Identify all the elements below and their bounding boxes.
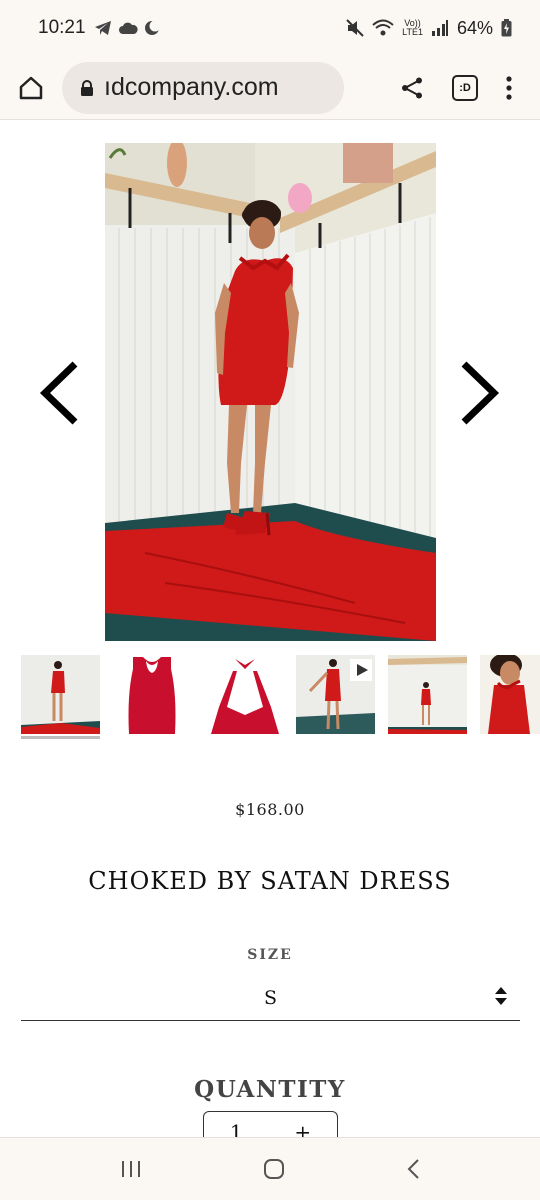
- home-icon: [19, 76, 43, 99]
- back-icon[interactable]: [406, 1158, 420, 1180]
- home-nav-icon[interactable]: [263, 1158, 285, 1180]
- status-bar: 10:21 Vo)) LTE1 64%: [0, 0, 540, 56]
- tab-switcher-button[interactable]: :D: [452, 74, 478, 101]
- url-text: ıdcompany.com: [104, 73, 279, 101]
- thumbnail-image: [205, 655, 284, 734]
- product-price: $168.00: [235, 800, 305, 819]
- browser-toolbar: ıdcompany.com :D: [0, 56, 540, 120]
- thumbnail-image: [113, 655, 192, 734]
- product-title: CHOKED BY SATAN DRESS: [88, 867, 452, 895]
- thumbnail-3[interactable]: [205, 655, 284, 734]
- chevron-left-icon: [39, 361, 78, 425]
- thumbnail-strip: [21, 655, 540, 739]
- battery-charging-icon: [501, 19, 512, 37]
- home-button[interactable]: [0, 75, 62, 101]
- status-time: 10:21: [38, 17, 86, 38]
- share-icon[interactable]: [400, 76, 424, 100]
- next-image-button[interactable]: [458, 358, 502, 428]
- wifi-calling-icon: [372, 19, 394, 36]
- product-photo: [105, 143, 436, 641]
- moon-icon: [144, 20, 160, 35]
- thumbnail-2[interactable]: [113, 655, 192, 734]
- more-menu-icon[interactable]: [506, 75, 512, 100]
- thumbnail-image: [296, 655, 375, 734]
- thumbnail-5[interactable]: [388, 655, 467, 734]
- address-bar[interactable]: ıdcompany.com: [62, 61, 344, 114]
- thumbnail-image: [388, 655, 467, 734]
- telegram-icon: [94, 21, 111, 35]
- product-main-image[interactable]: [105, 143, 436, 641]
- quantity-label: QUANTITY: [194, 1076, 346, 1103]
- size-select[interactable]: S: [21, 975, 520, 1021]
- size-selected-value: S: [263, 986, 278, 1009]
- notification-icons: [94, 20, 160, 36]
- recent-apps-icon[interactable]: [120, 1159, 142, 1179]
- network-type: Vo)) LTE1: [402, 18, 423, 37]
- cloud-icon: [118, 22, 138, 34]
- previous-image-button[interactable]: [37, 358, 81, 428]
- system-status-icons: Vo)) LTE1 64%: [346, 18, 512, 39]
- system-navigation-bar: [0, 1137, 540, 1200]
- thumbnail-image: [21, 655, 100, 734]
- signal-icon: [431, 20, 448, 36]
- thumbnail-6[interactable]: [480, 655, 540, 734]
- size-label: SIZE: [247, 947, 293, 963]
- select-sort-caret-icon: [495, 987, 507, 1005]
- battery-percent: 64%: [456, 17, 493, 38]
- mute-icon: [346, 19, 364, 37]
- chevron-right-icon: [461, 361, 500, 425]
- thumbnail-4-video[interactable]: [296, 655, 375, 734]
- thumbnail-image: [480, 655, 540, 734]
- thumbnail-1[interactable]: [21, 655, 100, 739]
- lock-icon: [81, 79, 93, 96]
